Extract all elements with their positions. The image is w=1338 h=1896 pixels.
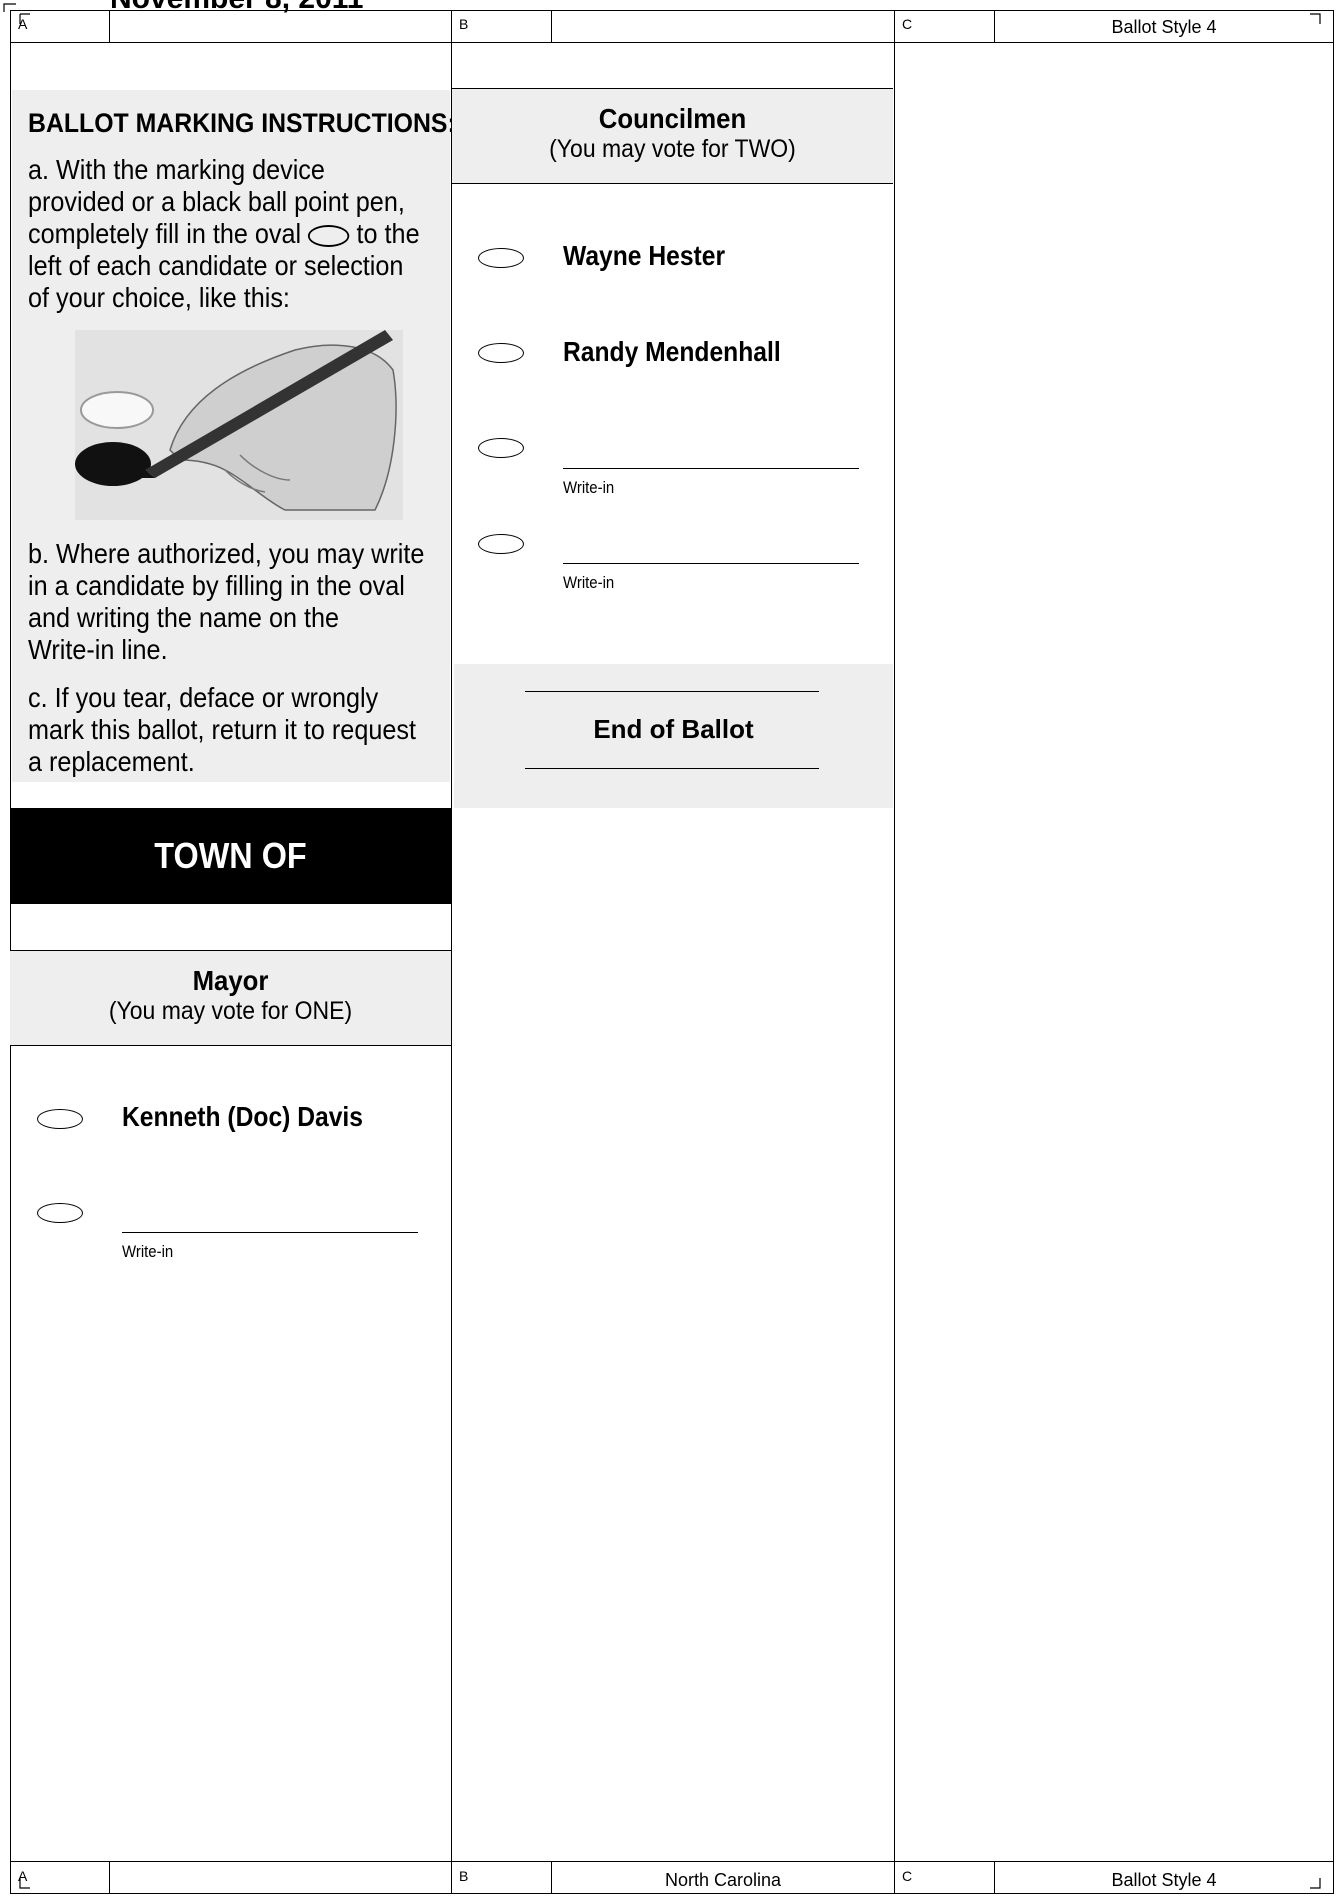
councilmen-writein-line-1[interactable] <box>563 468 859 469</box>
writein-label: Write-in <box>563 478 615 497</box>
councilmen-writein-line-2[interactable] <box>563 563 859 564</box>
instructions-title: BALLOT MARKING INSTRUCTIONS: <box>28 108 456 138</box>
vote-oval-councilmen-writein-1[interactable] <box>478 438 524 458</box>
instruction-a: a. With the marking device provided or a… <box>28 154 451 314</box>
writein-label: Write-in <box>122 1242 174 1261</box>
end-rule-top <box>525 691 819 692</box>
candidate-name: Wayne Hester <box>563 240 726 271</box>
instruction-line: mark this ballot, return it to request <box>28 714 416 745</box>
mayor-writein-line[interactable] <box>122 1232 418 1233</box>
instruction-b: b. Where authorized, you may write in a … <box>28 538 451 666</box>
mayor-contest-title: Mayor <box>192 965 269 996</box>
instruction-line: left of each candidate or selection <box>28 250 404 281</box>
end-rule-bottom <box>525 768 819 769</box>
jurisdiction-banner: TOWN OF WALKERTOWN <box>10 808 451 972</box>
councilmen-contest-title: Councilmen <box>598 103 747 134</box>
vote-oval-councilmen-writein-2[interactable] <box>478 534 524 554</box>
candidate-name: Kenneth (Doc) Davis <box>122 1101 363 1132</box>
instruction-line: completely fill in the oval to the <box>28 218 420 249</box>
councilmen-contest-instruction: (You may vote for TWO) <box>549 135 796 163</box>
instruction-c: c. If you tear, deface or wrongly mark t… <box>28 682 451 778</box>
vote-oval-randy-mendenhall[interactable] <box>478 343 524 363</box>
instruction-line: in a candidate by filling in the oval <box>28 570 405 601</box>
end-of-ballot-text: End of Ballot <box>593 714 754 744</box>
mayor-contest-header: Mayor (You may vote for ONE) <box>10 950 451 1046</box>
instruction-line: a. With the marking device <box>28 154 325 185</box>
instruction-line: c. If you tear, deface or wrongly <box>28 682 379 713</box>
instruction-line: of your choice, like this: <box>28 282 290 313</box>
hand-marking-pen-illustration <box>75 330 403 520</box>
instruction-line: provided or a black ball point pen, <box>28 186 405 217</box>
instruction-line: Write-in line. <box>28 634 168 665</box>
instruction-line: b. Where authorized, you may write <box>28 538 425 569</box>
vote-oval-kenneth-davis[interactable] <box>37 1109 83 1129</box>
instruction-line: and writing the name on the <box>28 602 340 633</box>
mayor-contest-instruction: (You may vote for ONE) <box>108 997 353 1025</box>
councilmen-contest-header: Councilmen (You may vote for TWO) <box>452 88 893 184</box>
vote-oval-mayor-writein[interactable] <box>37 1203 83 1223</box>
instruction-line: a replacement. <box>28 746 195 777</box>
vote-oval-wayne-hester[interactable] <box>478 248 524 268</box>
oval-example-icon <box>308 224 350 247</box>
candidate-name: Randy Mendenhall <box>563 336 781 367</box>
writein-label: Write-in <box>563 573 615 592</box>
